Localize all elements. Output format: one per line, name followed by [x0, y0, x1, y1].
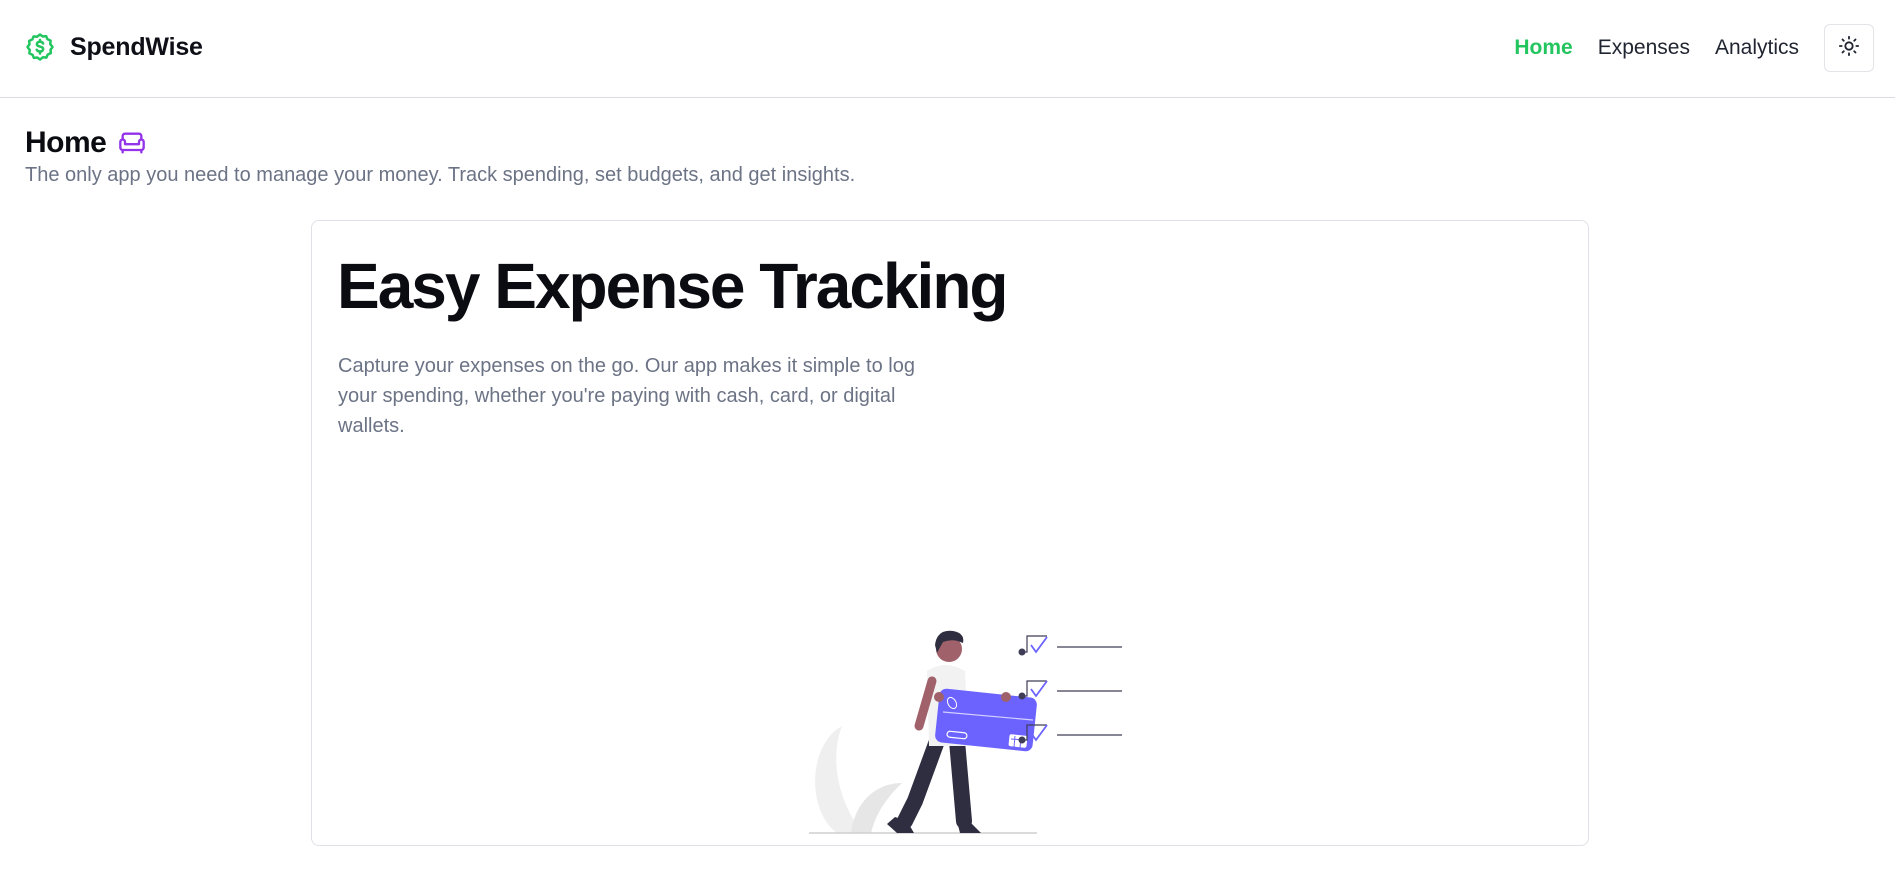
brand-name: SpendWise — [70, 32, 203, 61]
sofa-icon — [118, 129, 146, 157]
nav-link-home[interactable]: Home — [1514, 36, 1572, 60]
feature-card: Easy Expense Tracking Capture your expen… — [311, 220, 1589, 846]
page-title: Home — [25, 126, 107, 159]
theme-toggle-button[interactable] — [1824, 24, 1874, 72]
page-header: Home The only app you need to manage you… — [25, 126, 855, 187]
feature-card-title: Easy Expense Tracking — [337, 250, 1008, 322]
dollar-badge-icon — [25, 32, 55, 62]
main-nav: Home Expenses Analytics — [1489, 36, 1799, 60]
sun-icon — [1838, 35, 1860, 62]
page-subtitle: The only app you need to manage your mon… — [25, 164, 856, 186]
top-navbar: SpendWise Home Expenses Analytics — [0, 0, 1895, 98]
nav-link-analytics[interactable]: Analytics — [1715, 36, 1799, 60]
nav-link-expenses[interactable]: Expenses — [1598, 36, 1690, 60]
feature-card-description: Capture your expenses on the go. Our app… — [338, 355, 915, 437]
person-holding-credit-card-illustration — [767, 521, 1177, 841]
brand[interactable]: SpendWise — [25, 32, 203, 62]
